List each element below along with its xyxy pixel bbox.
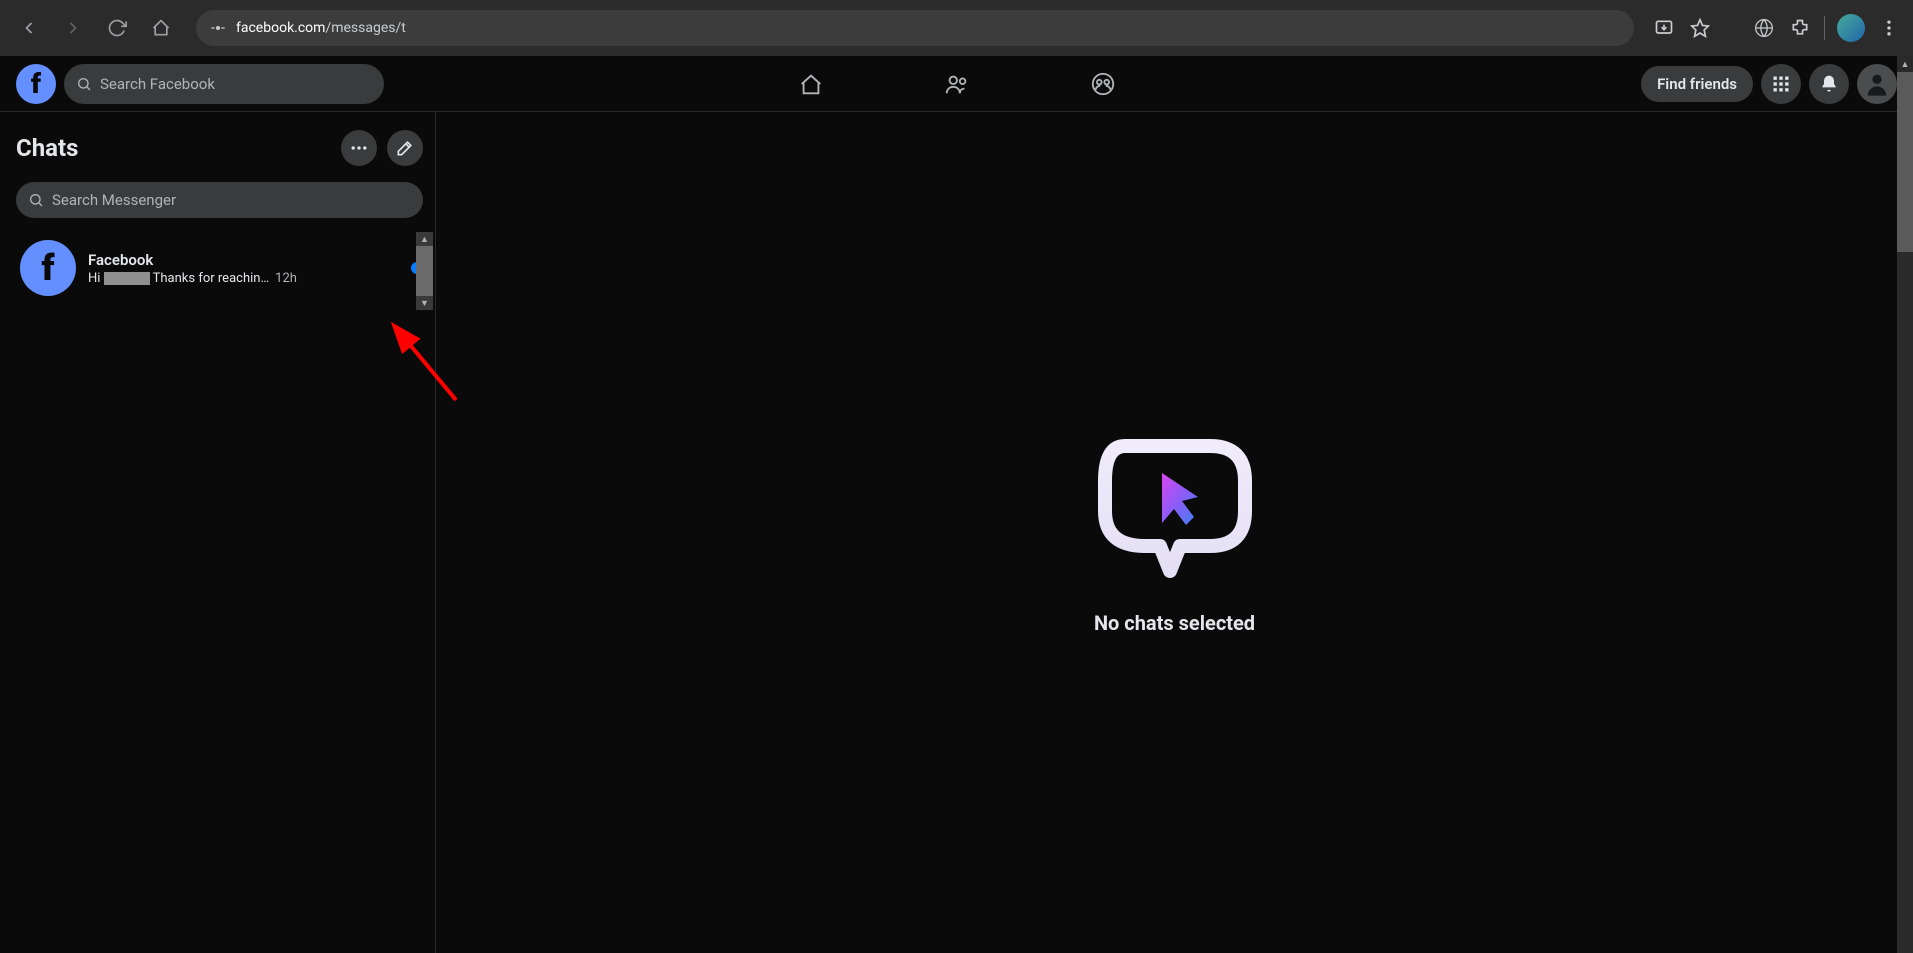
chat-item[interactable]: f Facebook Hi Thanks for reachin… 12h bbox=[12, 232, 431, 304]
fb-search-input[interactable] bbox=[100, 75, 372, 93]
conversation-pane: No chats selected bbox=[436, 112, 1913, 953]
fb-search[interactable] bbox=[64, 64, 384, 104]
page-scroll-thumb[interactable] bbox=[1897, 72, 1913, 252]
chat-preview-row: Hi Thanks for reachin… 12h bbox=[88, 271, 397, 286]
home-icon[interactable] bbox=[798, 71, 824, 97]
scroll-thumb[interactable] bbox=[416, 246, 433, 296]
find-friends-button[interactable]: Find friends bbox=[1641, 66, 1753, 102]
sidebar: Chats f Facebook Hi Thanks for reach bbox=[0, 112, 436, 953]
new-message-button[interactable] bbox=[387, 130, 423, 166]
install-app-icon[interactable] bbox=[1652, 16, 1676, 40]
scroll-up-arrow[interactable]: ▲ bbox=[416, 232, 433, 246]
fb-logo[interactable]: f bbox=[16, 64, 56, 104]
page-scrollbar[interactable]: ▲ bbox=[1897, 56, 1913, 953]
site-info-icon[interactable] bbox=[210, 20, 226, 36]
empty-state-text: No chats selected bbox=[1094, 611, 1255, 635]
search-icon bbox=[76, 76, 92, 92]
sidebar-title: Chats bbox=[16, 134, 78, 162]
messenger-search-input[interactable] bbox=[52, 191, 411, 209]
empty-state-icon bbox=[1090, 431, 1260, 571]
reload-button[interactable] bbox=[100, 11, 134, 45]
back-button[interactable] bbox=[12, 11, 46, 45]
menu-grid-button[interactable] bbox=[1761, 64, 1801, 104]
messenger-search[interactable] bbox=[16, 182, 423, 218]
browser-home-button[interactable] bbox=[144, 11, 178, 45]
browser-chrome: facebook.com/messages/t bbox=[0, 0, 1913, 56]
globe-icon[interactable] bbox=[1752, 16, 1776, 40]
extensions-icon[interactable] bbox=[1788, 16, 1812, 40]
account-button[interactable] bbox=[1857, 64, 1897, 104]
redacted-text bbox=[104, 272, 150, 285]
scroll-down-arrow[interactable]: ▼ bbox=[416, 296, 433, 310]
sidebar-header: Chats bbox=[12, 124, 431, 176]
chat-time: 12h bbox=[275, 271, 297, 286]
notifications-button[interactable] bbox=[1809, 64, 1849, 104]
bookmark-star-icon[interactable] bbox=[1688, 16, 1712, 40]
sidebar-scrollbar[interactable]: ▲ ▼ bbox=[416, 232, 433, 310]
chat-body: Facebook Hi Thanks for reachin… 12h bbox=[88, 251, 397, 286]
url-text: facebook.com/messages/t bbox=[236, 20, 406, 36]
search-icon bbox=[28, 192, 44, 208]
friends-icon[interactable] bbox=[944, 71, 970, 97]
sidebar-actions bbox=[341, 130, 423, 166]
main: Chats f Facebook Hi Thanks for reach bbox=[0, 112, 1913, 953]
chat-preview: Hi Thanks for reachin… bbox=[88, 271, 269, 286]
groups-icon[interactable] bbox=[1090, 71, 1116, 97]
browser-menu-icon[interactable] bbox=[1877, 16, 1901, 40]
fb-header: f Find friends bbox=[0, 56, 1913, 112]
chrome-right bbox=[1652, 14, 1901, 42]
page-scroll-up[interactable]: ▲ bbox=[1897, 56, 1913, 72]
chats-options-button[interactable] bbox=[341, 130, 377, 166]
divider bbox=[1824, 16, 1825, 40]
url-bar[interactable]: facebook.com/messages/t bbox=[196, 10, 1634, 46]
fb-header-right: Find friends bbox=[1641, 64, 1897, 104]
fb-nav-center bbox=[798, 71, 1116, 97]
chat-list: f Facebook Hi Thanks for reachin… 12h ▲ … bbox=[12, 232, 431, 304]
chat-avatar: f bbox=[20, 240, 76, 296]
chat-name: Facebook bbox=[88, 251, 397, 269]
forward-button[interactable] bbox=[56, 11, 90, 45]
browser-profile-avatar[interactable] bbox=[1837, 14, 1865, 42]
